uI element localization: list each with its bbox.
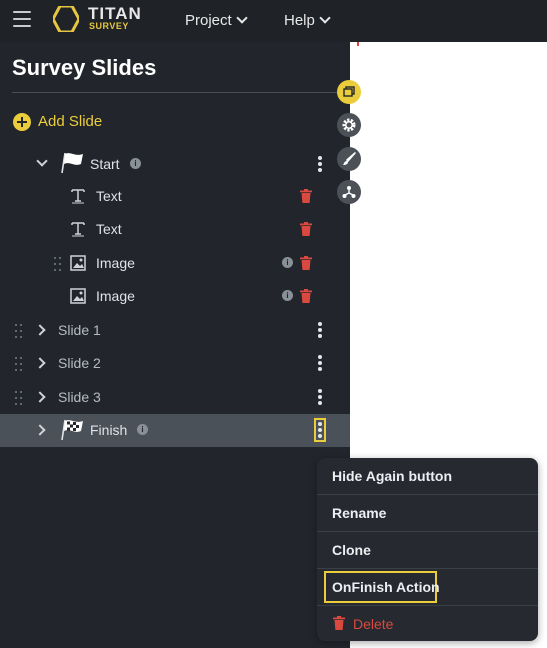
hamburger-menu-icon[interactable] bbox=[13, 11, 31, 27]
more-options-icon[interactable] bbox=[318, 355, 322, 371]
canvas-marker bbox=[357, 42, 359, 46]
flow-icon bbox=[342, 186, 356, 198]
start-flag-icon bbox=[61, 152, 83, 174]
menu-item-onfinish-action[interactable]: OnFinish Action bbox=[317, 569, 538, 605]
element-label: Image bbox=[96, 255, 135, 271]
menu-item-label: Hide Again button bbox=[332, 468, 453, 484]
add-slide-label: Add Slide bbox=[38, 113, 103, 130]
element-row[interactable]: Text bbox=[0, 213, 350, 246]
element-row[interactable]: Image i bbox=[0, 247, 350, 280]
info-icon[interactable]: i bbox=[137, 424, 148, 435]
divider bbox=[12, 92, 337, 93]
menu-item-label: Rename bbox=[332, 505, 387, 521]
slide-label: Slide 2 bbox=[58, 355, 101, 371]
flow-button[interactable] bbox=[337, 180, 361, 204]
nav-help-label: Help bbox=[284, 12, 315, 29]
image-element-icon bbox=[70, 288, 86, 304]
drag-handle-icon[interactable] bbox=[15, 357, 23, 371]
panel-title: Survey Slides bbox=[12, 55, 157, 80]
slide-label: Slide 1 bbox=[58, 322, 101, 338]
chevron-right-icon[interactable] bbox=[34, 424, 46, 436]
slide-row-start[interactable]: Start i bbox=[0, 148, 350, 181]
menu-item-label: Delete bbox=[353, 616, 394, 632]
info-icon[interactable]: i bbox=[282, 257, 293, 268]
chevron-down-icon bbox=[236, 12, 248, 24]
theme-button[interactable] bbox=[337, 147, 361, 171]
titan-logo bbox=[53, 6, 79, 32]
menu-item-rename[interactable]: Rename bbox=[317, 495, 538, 531]
slide-row-finish[interactable]: Finish i bbox=[0, 414, 350, 447]
layers-icon bbox=[343, 86, 355, 97]
nav-project-menu[interactable]: Project bbox=[185, 12, 248, 29]
element-label: Text bbox=[96, 188, 122, 204]
element-row[interactable]: Text bbox=[0, 180, 350, 213]
brand-subtitle: SURVEY bbox=[89, 21, 129, 31]
more-options-icon[interactable] bbox=[318, 156, 322, 172]
chevron-right-icon[interactable] bbox=[34, 324, 46, 336]
element-label: Image bbox=[96, 288, 135, 304]
chevron-down-icon bbox=[319, 12, 331, 24]
image-element-icon bbox=[70, 255, 86, 271]
info-icon[interactable]: i bbox=[130, 158, 141, 169]
finish-flag-icon bbox=[61, 419, 83, 441]
menu-item-label: Clone bbox=[332, 542, 371, 558]
trash-icon[interactable] bbox=[300, 189, 312, 203]
more-options-icon[interactable] bbox=[314, 418, 326, 442]
slide-row-3[interactable]: Slide 3 bbox=[0, 381, 350, 414]
settings-button[interactable] bbox=[337, 113, 361, 137]
nav-help-menu[interactable]: Help bbox=[284, 12, 331, 29]
menu-item-label: OnFinish Action bbox=[332, 579, 440, 595]
menu-item-delete[interactable]: Delete bbox=[317, 606, 538, 642]
trash-icon[interactable] bbox=[300, 222, 312, 236]
chevron-right-icon[interactable] bbox=[34, 357, 46, 369]
chevron-right-icon[interactable] bbox=[34, 391, 46, 403]
drag-handle-icon[interactable] bbox=[54, 257, 62, 271]
slide-label: Start bbox=[90, 156, 120, 172]
brush-icon bbox=[343, 152, 356, 165]
text-element-icon bbox=[71, 222, 85, 237]
menu-item-hide-again[interactable]: Hide Again button bbox=[317, 458, 538, 494]
menu-item-clone[interactable]: Clone bbox=[317, 532, 538, 568]
trash-icon[interactable] bbox=[300, 289, 312, 303]
top-bar: TITAN SURVEY Project Help bbox=[0, 0, 547, 42]
slide-label: Finish bbox=[90, 422, 128, 438]
more-options-icon[interactable] bbox=[318, 322, 322, 338]
slide-label: Slide 3 bbox=[58, 389, 101, 405]
trash-icon bbox=[333, 616, 345, 630]
chevron-down-icon[interactable] bbox=[36, 155, 48, 167]
slide-row-2[interactable]: Slide 2 bbox=[0, 347, 350, 380]
slide-row-1[interactable]: Slide 1 bbox=[0, 314, 350, 347]
survey-slides-panel: Survey Slides Add Slide Start i Text Tex… bbox=[0, 42, 350, 648]
slides-panel-button[interactable] bbox=[337, 80, 361, 104]
text-element-icon bbox=[71, 189, 85, 204]
element-label: Text bbox=[96, 221, 122, 237]
drag-handle-icon[interactable] bbox=[15, 324, 23, 338]
more-options-icon[interactable] bbox=[318, 389, 322, 405]
drag-handle-icon[interactable] bbox=[15, 391, 23, 405]
gear-icon bbox=[342, 118, 356, 132]
add-circle-icon bbox=[13, 113, 31, 131]
info-icon[interactable]: i bbox=[282, 290, 293, 301]
nav-project-label: Project bbox=[185, 12, 232, 29]
element-row[interactable]: Image i bbox=[0, 280, 350, 313]
slide-context-menu: Hide Again button Rename Clone OnFinish … bbox=[317, 458, 538, 641]
trash-icon[interactable] bbox=[300, 256, 312, 270]
